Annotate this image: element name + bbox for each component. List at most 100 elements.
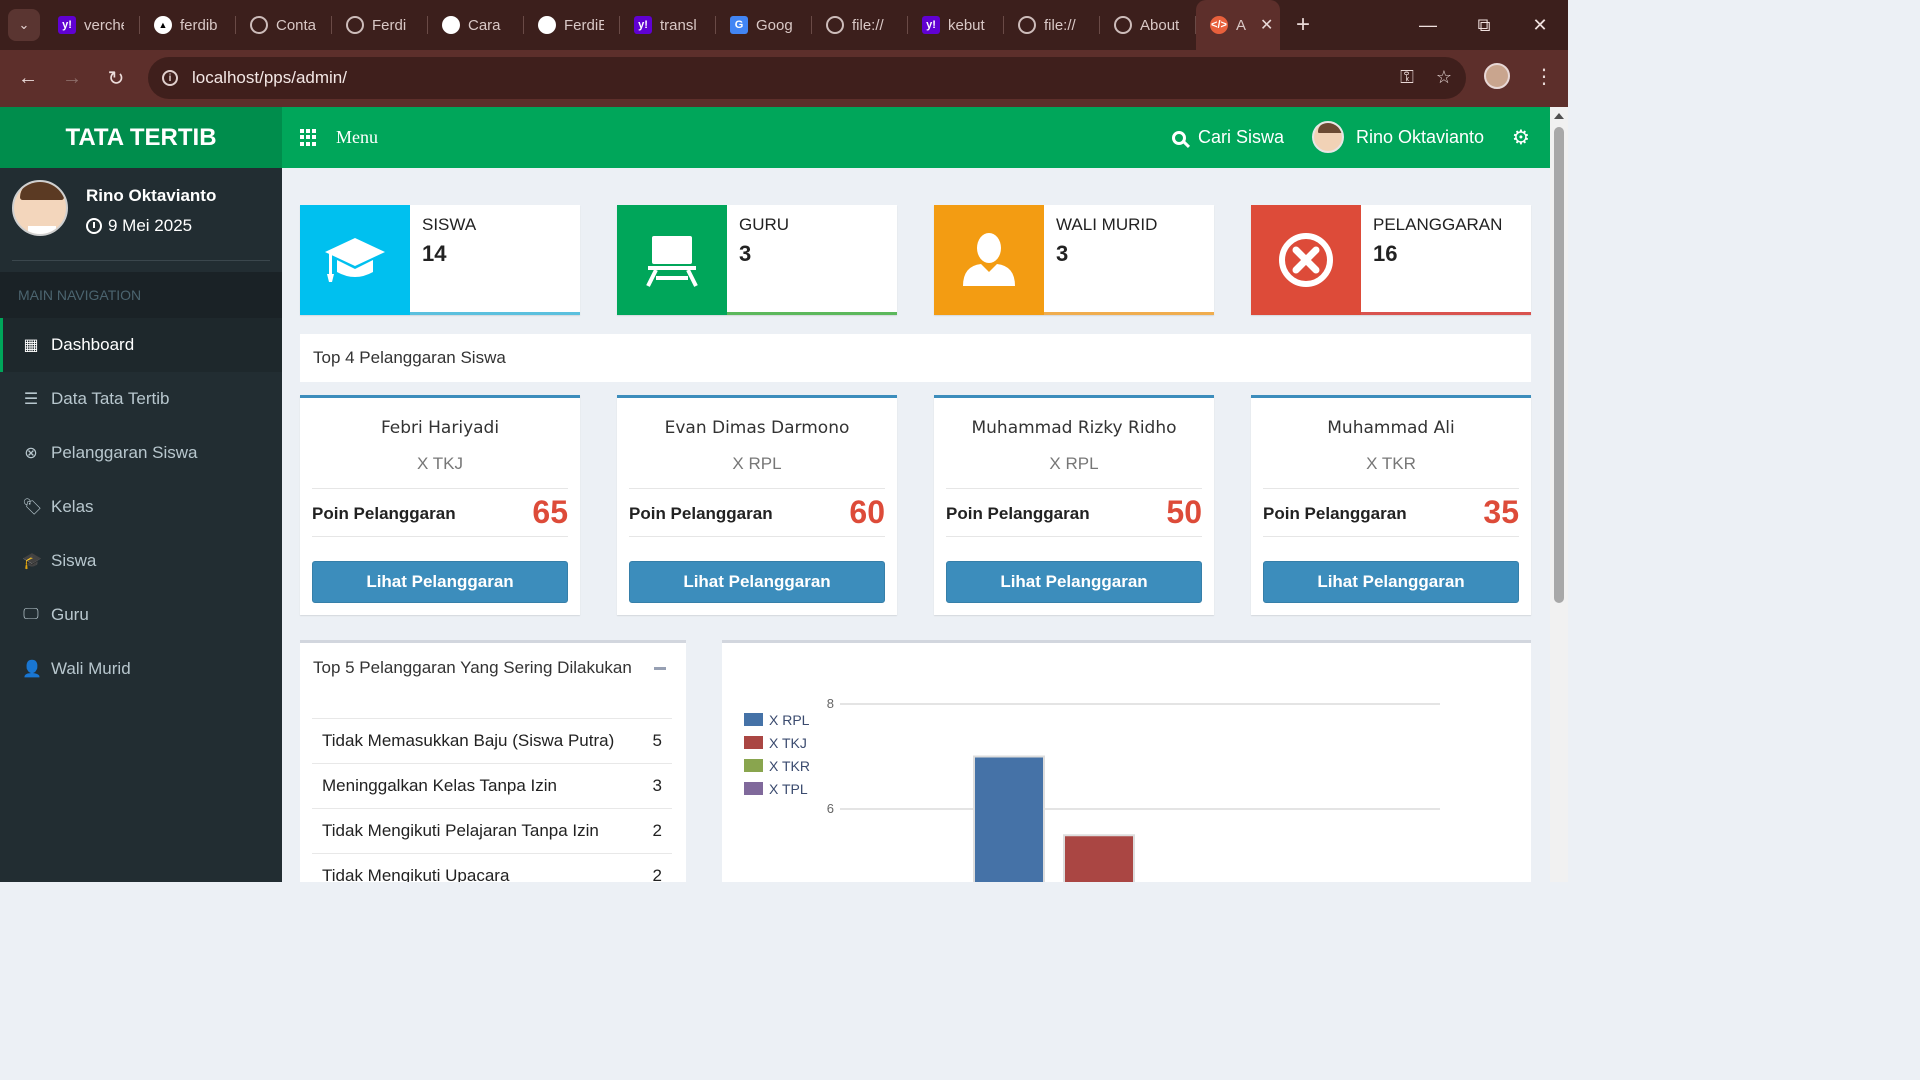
divider — [946, 536, 1202, 537]
student-card: Muhammad Rizky Ridho X RPL Poin Pelanggara… — [934, 395, 1214, 615]
reload-icon[interactable]: ↻ — [94, 66, 138, 91]
browser-tab[interactable]: file:// — [812, 0, 908, 50]
view-violations-button[interactable]: Lihat Pelanggaran — [629, 561, 885, 603]
search-student-link[interactable]: Cari Siswa — [1172, 127, 1284, 148]
tags-icon: 🏷 — [22, 499, 43, 516]
bar-x-rpl[interactable] — [973, 755, 1045, 883]
browser-tab[interactable]: Ferdi — [332, 0, 428, 50]
chalkboard-icon — [617, 205, 727, 315]
stat-progress-bar — [1361, 312, 1531, 315]
sidebar-item-kelas[interactable]: 🏷 Kelas — [0, 480, 282, 534]
y-tick-label: 8 — [827, 696, 834, 711]
address-bar[interactable]: i localhost/pps/admin/ ⚿ ☆ — [148, 57, 1466, 99]
sidebar-nav: ▦ Dashboard ☰ Data Tata Tertib ⊗ Pelanggaran … — [0, 318, 282, 696]
scrollbar[interactable] — [1550, 107, 1568, 882]
close-tab-icon[interactable]: ✕ — [1260, 15, 1273, 35]
list-item[interactable]: Tidak Memasukkan Baju (Siswa Putra) 5 — [312, 718, 672, 763]
list-item[interactable]: Tidak Mengikuti Upacara 2 — [312, 853, 672, 882]
site-info-icon[interactable]: i — [162, 70, 178, 86]
collapse-icon[interactable] — [654, 667, 666, 670]
divider — [1263, 536, 1519, 537]
view-violations-button[interactable]: Lihat Pelanggaran — [946, 561, 1202, 603]
legend-swatch — [744, 782, 763, 795]
graduation-cap-icon: 🎓 — [22, 553, 42, 570]
violation-count: 2 — [652, 821, 662, 840]
chevron-down-icon: ⌄ — [18, 17, 30, 32]
menu-toggle-button[interactable]: Menu — [300, 127, 378, 148]
stat-progress-bar — [727, 312, 897, 315]
close-window-icon[interactable]: ✕ — [1512, 0, 1568, 50]
sidebar-item-label: Kelas — [51, 497, 94, 516]
browser-tab[interactable]: y! transl — [620, 0, 716, 50]
browser-tab[interactable]: ▲ ferdib — [140, 0, 236, 50]
app-logo[interactable]: TATA TERTIB — [0, 107, 282, 168]
browser-tab[interactable]: About — [1100, 0, 1196, 50]
violation-label: Tidak Mengikuti Pelajaran Tanpa Izin — [322, 821, 599, 840]
list-item[interactable]: Tidak Mengikuti Pelajaran Tanpa Izin 2 — [312, 808, 672, 853]
stat-progress-bar — [1044, 312, 1214, 315]
times-circle-icon: ⊗ — [24, 445, 38, 462]
browser-tab[interactable]: G Goog — [716, 0, 812, 50]
back-icon[interactable]: ← — [6, 67, 50, 90]
code-icon: </> — [1210, 16, 1228, 34]
sidebar-item-siswa[interactable]: 🎓 Siswa — [0, 534, 282, 588]
sidebar-item-label: Data Tata Tertib — [51, 389, 170, 408]
browser-tab[interactable]: file:// — [1004, 0, 1100, 50]
sidebar-item-label: Siswa — [51, 551, 97, 570]
browser-tab[interactable]: FerdiE — [524, 0, 620, 50]
list-item[interactable]: Meninggalkan Kelas Tanpa Izin 3 — [312, 763, 672, 808]
scrollbar-thumb[interactable] — [1554, 127, 1564, 603]
browser-tab[interactable]: y! kebut — [908, 0, 1004, 50]
main-content: SISWA 14 GURU 3 WALI MURID 3 PELANGGARAN 16 Top… — [282, 168, 1550, 882]
sidebar-item-data-tata-tertib[interactable]: ☰ Data Tata Tertib — [0, 372, 282, 426]
browser-tab[interactable]: Cara — [428, 0, 524, 50]
sidebar-item-wali-murid[interactable]: 👤 Wali Murid — [0, 642, 282, 696]
view-violations-button[interactable]: Lihat Pelanggaran — [312, 561, 568, 603]
divider — [312, 488, 568, 489]
browser-tab[interactable]: y!verche — [44, 0, 140, 50]
violation-label: Tidak Memasukkan Baju (Siswa Putra) — [322, 731, 615, 750]
github-icon — [538, 16, 556, 34]
divider — [1263, 488, 1519, 489]
legend-label: X TKJ — [769, 735, 807, 751]
view-violations-button[interactable]: Lihat Pelanggaran — [1263, 561, 1519, 603]
student-class: X RPL — [732, 454, 782, 473]
forward-icon[interactable]: → — [50, 67, 94, 90]
stat-progress-bar — [410, 312, 580, 315]
key-icon[interactable]: ⚿ — [1400, 67, 1414, 88]
sidebar-item-pelanggaran-siswa[interactable]: ⊗ Pelanggaran Siswa — [0, 426, 282, 480]
sidebar-item-dashboard[interactable]: ▦ Dashboard — [0, 318, 282, 372]
student-name: Muhammad Ali — [1327, 418, 1455, 438]
divider — [312, 536, 568, 537]
restore-icon[interactable]: ⧉ — [1456, 0, 1512, 50]
sidebar-item-label: Dashboard — [51, 335, 135, 354]
chart-box: 8 6 X RPL X TKJ X TKR X TPL — [722, 640, 1531, 882]
times-circle-icon — [1251, 205, 1361, 315]
user-menu[interactable]: Rino Oktavianto — [1312, 121, 1484, 153]
stat-value: 3 — [1056, 241, 1069, 266]
profile-avatar[interactable] — [1484, 63, 1510, 89]
divider — [629, 536, 885, 537]
more-menu-icon[interactable]: ⋮ — [1534, 64, 1554, 89]
new-tab-icon[interactable]: + — [1296, 11, 1310, 39]
sidebar-item-guru[interactable]: 🖵 Guru — [0, 588, 282, 642]
scroll-up-icon[interactable] — [1554, 113, 1564, 119]
yahoo-icon: y! — [922, 16, 940, 34]
student-name: Evan Dimas Darmono — [664, 418, 850, 438]
student-class: X TKR — [1366, 454, 1416, 473]
google-translate-icon: G — [730, 16, 748, 34]
gear-icon[interactable]: ⚙ — [1512, 125, 1530, 150]
globe-icon — [1114, 16, 1132, 34]
tab-search-button[interactable]: ⌄ — [8, 9, 40, 41]
url-text[interactable]: localhost/pps/admin/ — [192, 68, 347, 88]
divider — [12, 260, 270, 261]
student-name: Muhammad Rizky Ridho — [971, 418, 1177, 438]
tabs: y!verche▲ferdibContaFerdiCaraFerdiEy!tra… — [44, 0, 1196, 50]
top-students-title: Top 4 Pelanggaran Siswa — [300, 334, 1531, 382]
bar-x-tkj[interactable] — [1063, 834, 1135, 882]
minimize-icon[interactable]: — — [1400, 0, 1456, 50]
browser-tab-active[interactable]: </> A ✕ — [1196, 0, 1280, 50]
star-icon[interactable]: ☆ — [1436, 67, 1452, 88]
user-icon: 👤 — [22, 661, 42, 678]
browser-tab[interactable]: Conta — [236, 0, 332, 50]
